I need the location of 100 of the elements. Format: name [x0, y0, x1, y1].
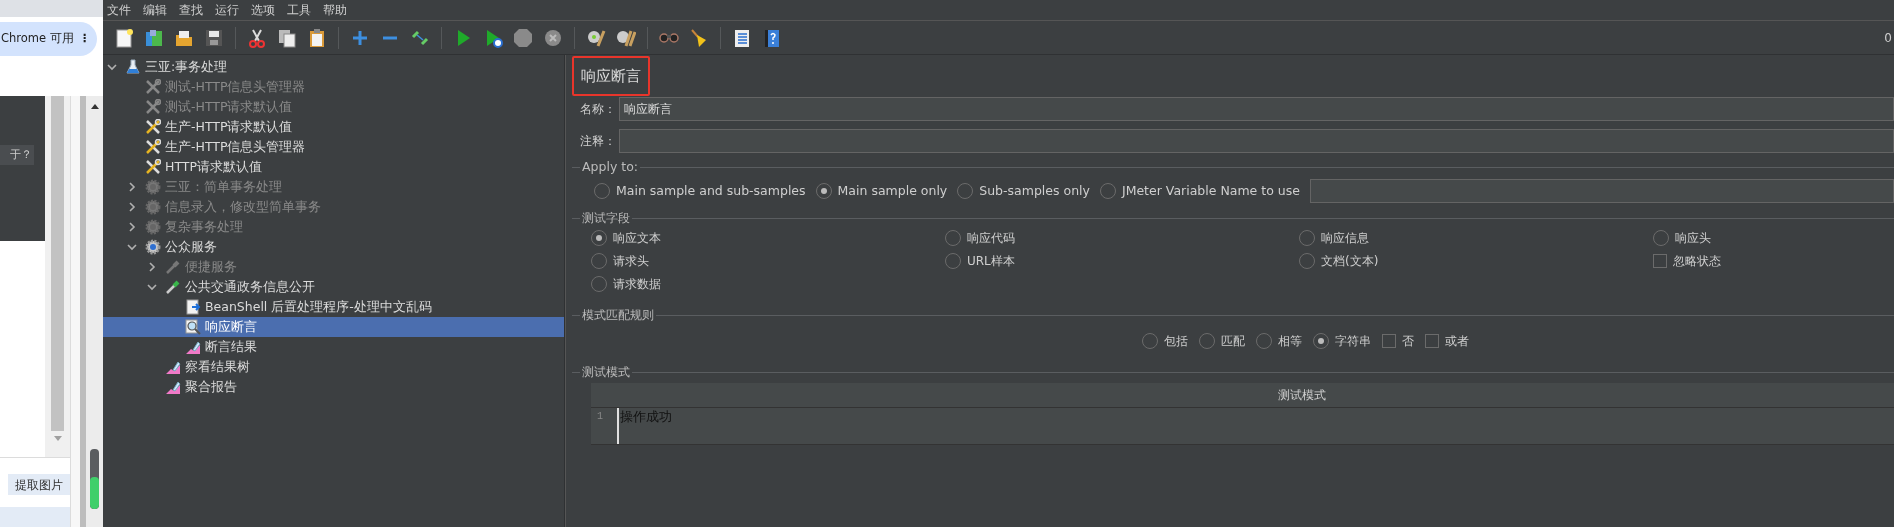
option-label: 请求数据 — [613, 276, 661, 293]
panel-title: 响应断言 — [581, 65, 641, 87]
radio-button[interactable] — [815, 183, 832, 199]
radio-button[interactable] — [591, 230, 607, 246]
option-label: 响应头 — [1675, 230, 1711, 247]
option-label: JMeter Variable Name to use — [1121, 181, 1300, 200]
variable-field[interactable] — [1309, 179, 1894, 203]
option-label: URL样本 — [967, 253, 1015, 270]
notification-pill[interactable]: Chrome 可用 ⋮ — [0, 22, 97, 56]
cut-icon — [247, 27, 267, 48]
group-title: 测试模式 — [581, 364, 631, 381]
option-label: 相等 — [1278, 333, 1302, 350]
new-file-icon — [114, 27, 134, 48]
gear-icon — [145, 239, 161, 255]
menu-item[interactable]: 文件 — [107, 1, 131, 19]
radio-button[interactable] — [1653, 230, 1669, 246]
pipette-icon — [165, 259, 181, 275]
radio-button[interactable] — [945, 253, 961, 269]
radio-button[interactable] — [1313, 333, 1329, 349]
graph-icon — [165, 379, 181, 395]
side-button[interactable]: 于？ — [0, 145, 34, 166]
option-label: 响应信息 — [1321, 230, 1369, 247]
extract-button[interactable]: 提取图片 — [8, 474, 70, 496]
line-number: 1 — [596, 410, 604, 424]
comment-label: 注释： — [579, 133, 617, 150]
graph-icon — [185, 339, 201, 355]
group-title: Apply to: — [581, 157, 640, 176]
tree-item[interactable]: 公众服务 — [103, 237, 564, 257]
tree-item[interactable]: 察看结果树 — [103, 357, 564, 377]
list-row — [0, 507, 70, 527]
radio-button[interactable] — [945, 230, 961, 246]
option-label: 字符串 — [1335, 333, 1371, 350]
checkbox[interactable] — [1425, 334, 1439, 348]
shutdown-icon — [543, 27, 563, 48]
tree-item[interactable]: 生产-HTTP信息头管理器 — [103, 137, 564, 157]
option-label: 或者 — [1445, 333, 1469, 350]
group-title: 测试字段 — [581, 210, 631, 227]
tree-item[interactable]: 断言结果 — [103, 337, 564, 357]
stop-icon — [513, 27, 533, 48]
option-label: 匹配 — [1221, 333, 1245, 350]
memory-meter — [90, 449, 99, 509]
radio-button[interactable] — [1256, 333, 1272, 349]
option-label: 响应文本 — [613, 230, 661, 247]
menu-item[interactable]: 查找 — [179, 1, 203, 19]
menu-item[interactable]: 帮助 — [323, 1, 347, 19]
tree-item[interactable]: 聚合报告 — [103, 377, 564, 397]
gear-icon — [145, 199, 161, 215]
stop-button[interactable] — [512, 26, 534, 49]
wrench-icon — [145, 99, 161, 115]
tree-item[interactable]: 响应断言 — [103, 317, 564, 337]
option-label: 否 — [1402, 333, 1414, 350]
menu-item[interactable]: 编辑 — [143, 1, 167, 19]
radio-button[interactable] — [591, 253, 607, 269]
checkbox[interactable] — [1382, 334, 1396, 348]
collapse-icon[interactable] — [147, 282, 157, 292]
option-label: 响应代码 — [967, 230, 1015, 247]
collapse-icon[interactable] — [127, 242, 137, 252]
radio-button[interactable] — [591, 276, 607, 292]
magnifier-icon — [185, 319, 201, 335]
option-label: 忽略状态 — [1673, 253, 1721, 270]
tree-item[interactable]: HTTP请求默认值 — [103, 157, 564, 177]
checkbox[interactable] — [1653, 254, 1667, 268]
flask-icon — [125, 59, 141, 75]
gear-icon — [145, 219, 161, 235]
option-label: 文档(文本) — [1321, 253, 1379, 270]
column-header[interactable]: 测试模式 — [591, 383, 1894, 408]
menu-item[interactable]: 工具 — [287, 1, 311, 19]
templates-icon — [144, 27, 164, 48]
menu-item[interactable]: 运行 — [215, 1, 239, 19]
menu-item[interactable]: 选项 — [251, 1, 275, 19]
new-file-button[interactable] — [113, 26, 135, 49]
name-label: 名称： — [579, 101, 617, 118]
wrench-icon — [145, 139, 161, 155]
name-field[interactable]: 响应断言 — [619, 97, 1894, 121]
option-label: Sub-samples only — [979, 181, 1090, 200]
paste-icon — [307, 27, 327, 48]
collapse-icon[interactable] — [107, 62, 117, 72]
tree-item[interactable]: 三亚:事务处理 — [103, 57, 564, 77]
tree-item[interactable]: 公共交通政务信息公开 — [103, 277, 564, 297]
radio-button[interactable] — [1099, 183, 1116, 199]
tree-item[interactable]: 生产-HTTP请求默认值 — [103, 117, 564, 137]
option-label: Main sample only — [837, 181, 948, 200]
radio-button[interactable] — [594, 183, 610, 199]
radio-button[interactable] — [1142, 333, 1158, 349]
radio-button[interactable] — [1299, 230, 1315, 246]
radio-button[interactable] — [957, 183, 974, 199]
comment-field[interactable] — [619, 129, 1894, 153]
radio-button[interactable] — [1299, 253, 1315, 269]
minus-icon — [382, 35, 398, 40]
help-icon — [762, 27, 782, 48]
graph-icon — [165, 359, 181, 375]
tree-item[interactable]: BeanShell 后置处理程序-处理中文乱码 — [103, 297, 564, 317]
scrollbar-thumb[interactable] — [51, 96, 64, 431]
counter-label: 0 — [1884, 29, 1893, 47]
list-icon — [732, 27, 752, 48]
copy-icon — [277, 27, 297, 48]
wrench-icon — [145, 119, 161, 135]
broom-icon — [689, 27, 709, 48]
more-icon[interactable]: ⋮ — [78, 30, 91, 48]
radio-button[interactable] — [1199, 333, 1215, 349]
